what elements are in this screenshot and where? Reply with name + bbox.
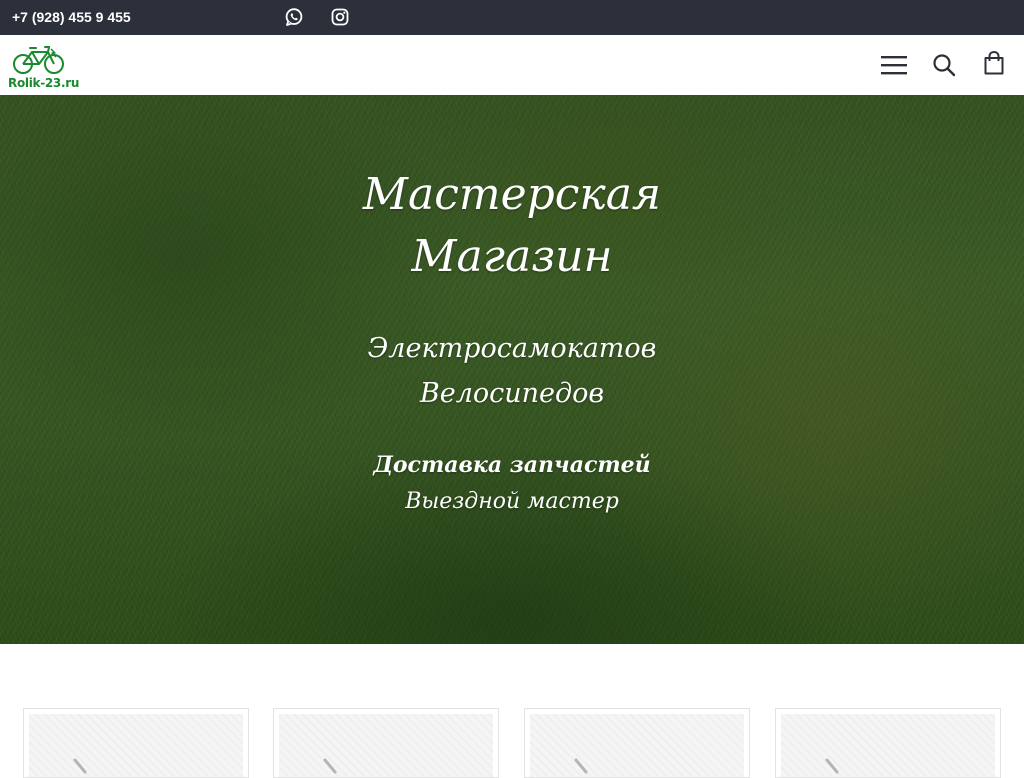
top-bar: +7 (928) 455 9 455 [0, 0, 1024, 35]
hero-subtitle-line2: Велосипедов [419, 378, 605, 409]
placeholder-icon [825, 758, 839, 774]
site-header: Rolik-23.ru [0, 35, 1024, 95]
hero-service-line1: Доставка запчастей [373, 452, 651, 478]
hero-banner: Мастерская Магазин Электросамокатов Вело… [0, 95, 1024, 644]
logo-text: Rolik-23.ru [8, 76, 80, 90]
placeholder-icon [574, 758, 588, 774]
menu-icon[interactable] [880, 54, 908, 81]
hero-title-line1: Мастерская [362, 169, 662, 220]
shopping-bag-icon[interactable] [983, 50, 1005, 80]
instagram-icon[interactable] [330, 7, 350, 27]
placeholder-icon [73, 758, 87, 774]
bicycle-logo-icon [13, 46, 64, 74]
search-icon[interactable] [932, 53, 956, 82]
placeholder-icon [323, 758, 337, 774]
whatsapp-icon[interactable] [284, 7, 304, 27]
hero-service-line2: Выездной мастер [405, 489, 619, 514]
product-cards-section [0, 644, 1024, 778]
hero-title-line2: Магазин [411, 231, 613, 282]
phone-link[interactable]: +7 (928) 455 9 455 [12, 9, 131, 26]
logo-link[interactable]: Rolik-23.ru [8, 43, 80, 93]
hero-subtitle-line1: Электросамокатов [367, 333, 657, 364]
